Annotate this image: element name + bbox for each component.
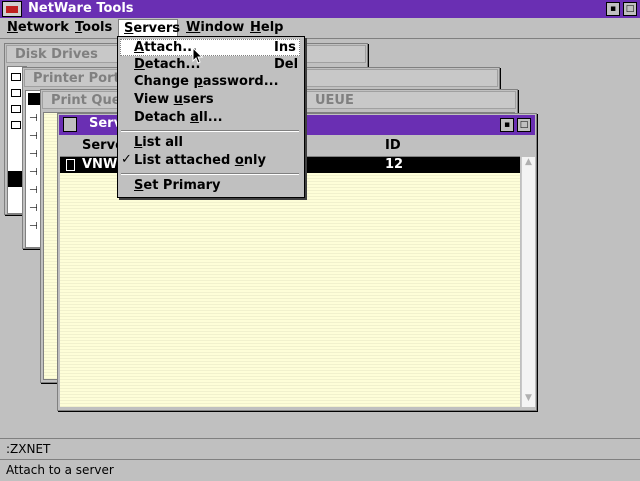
menu-network[interactable]: Network (2, 19, 74, 37)
port-icon[interactable]: ⊣ (29, 221, 38, 232)
scroll-down-arrow-icon[interactable]: ▼ (523, 393, 534, 405)
menu-servers-label: ervers (133, 21, 181, 36)
servers-vertical-scrollbar[interactable]: ▲ ▼ (521, 157, 535, 407)
servers-minimize-button[interactable]: ▪ (500, 118, 514, 132)
maximize-button[interactable]: □ (623, 2, 637, 16)
port-icon[interactable]: ⊣ (29, 149, 38, 160)
menu-item-list-all[interactable]: List all (134, 134, 183, 151)
detach-shortcut: Del (274, 57, 299, 72)
detach-all-label: ll... (198, 110, 223, 125)
selected-drive-marker[interactable] (8, 171, 22, 187)
list-attached-label: nly (243, 153, 266, 168)
port-icon[interactable]: ⊣ (29, 167, 38, 178)
view-users-pre: View (134, 92, 174, 107)
menu-separator (121, 173, 299, 175)
menu-item-list-attached-only[interactable]: List attached only (134, 152, 266, 169)
detach-all-pre: Detach (134, 110, 191, 125)
menu-window-accel: W (186, 20, 201, 35)
menu-item-detach-all[interactable]: Detach all... (134, 109, 223, 126)
servers-maximize-button[interactable]: □ (517, 118, 531, 132)
view-users-label: sers (182, 92, 214, 107)
menu-servers-accel: S (124, 21, 134, 36)
column-header-id[interactable]: ID (385, 138, 401, 153)
servers-dropdown-menu: Attach... Ins Detach... Del Change passwor… (117, 36, 305, 198)
mdi-client-area: Disk Drives Printer Ports ⊣ ⊣ ⊣ ⊣ ⊣ ⊣ ⊣ … (0, 39, 640, 436)
menu-tools[interactable]: Tools (70, 19, 117, 37)
attach-label: ttach... (144, 40, 198, 55)
set-primary-accel: S (134, 178, 144, 193)
detach-accel: D (134, 57, 145, 72)
attach-shortcut: Ins (274, 40, 296, 55)
menu-item-change-password[interactable]: Change password... (134, 73, 279, 90)
port-icon[interactable]: ⊣ (29, 185, 38, 196)
server-id-cell: 12 (385, 157, 404, 172)
attach-accel: A (134, 40, 145, 55)
change-password-accel: p (193, 74, 203, 89)
menu-item-attach[interactable]: Attach... Ins (134, 39, 300, 56)
mouse-pointer-icon (192, 47, 204, 64)
status-bar-context: :ZXNET (0, 438, 640, 459)
change-password-pre: Change (134, 74, 194, 89)
change-password-label: assword... (202, 74, 279, 89)
app-system-menu-icon[interactable] (2, 1, 22, 17)
menu-window[interactable]: Window (181, 19, 249, 37)
port-icon[interactable]: ⊣ (29, 203, 38, 214)
drive-icon[interactable] (11, 121, 21, 129)
title-bar: NetWare Tools ▪ □ (0, 0, 640, 18)
window-title: NetWare Tools (28, 1, 134, 16)
scroll-up-arrow-icon[interactable]: ▲ (523, 157, 534, 169)
list-all-label: ist all (142, 135, 183, 150)
server-icon (66, 159, 75, 171)
menu-help[interactable]: Help (245, 19, 288, 37)
drive-icon[interactable] (11, 73, 21, 81)
status-bar-hint: Attach to a server (0, 459, 640, 481)
view-users-accel: u (173, 92, 183, 107)
menu-window-label: indow (200, 20, 245, 35)
print-queue-title-tail: UEUE (315, 93, 354, 108)
detach-all-accel: a (190, 110, 199, 125)
servers-system-menu-icon[interactable] (63, 117, 77, 132)
list-attached-pre: List attached (134, 153, 235, 168)
menu-help-label: elp (260, 20, 284, 35)
set-primary-label: et Primary (143, 178, 221, 193)
menu-tools-label: ools (82, 20, 113, 35)
menu-item-detach[interactable]: Detach... Del (134, 56, 300, 73)
menu-bar: Network Tools Servers Window Help (0, 18, 640, 39)
drive-icon[interactable] (11, 89, 21, 97)
port-icon-selected[interactable] (28, 93, 40, 105)
minimize-button[interactable]: ▪ (606, 2, 620, 16)
drive-icon[interactable] (11, 105, 21, 113)
menu-separator (121, 130, 299, 132)
checkmark-icon: ✓ (121, 152, 132, 167)
port-icon[interactable]: ⊣ (29, 131, 38, 142)
menu-item-set-primary[interactable]: Set Primary (134, 177, 221, 194)
status-context-text: :ZXNET (6, 442, 51, 456)
port-icon[interactable]: ⊣ (29, 113, 38, 124)
menu-item-view-users[interactable]: View users (134, 91, 214, 108)
status-hint-text: Attach to a server (6, 463, 114, 477)
list-attached-accel: o (234, 153, 244, 168)
menu-servers[interactable]: Servers (118, 19, 181, 37)
menu-help-accel: H (250, 20, 261, 35)
menu-network-accel: N (7, 20, 18, 35)
menu-network-label: etwork (17, 20, 69, 35)
